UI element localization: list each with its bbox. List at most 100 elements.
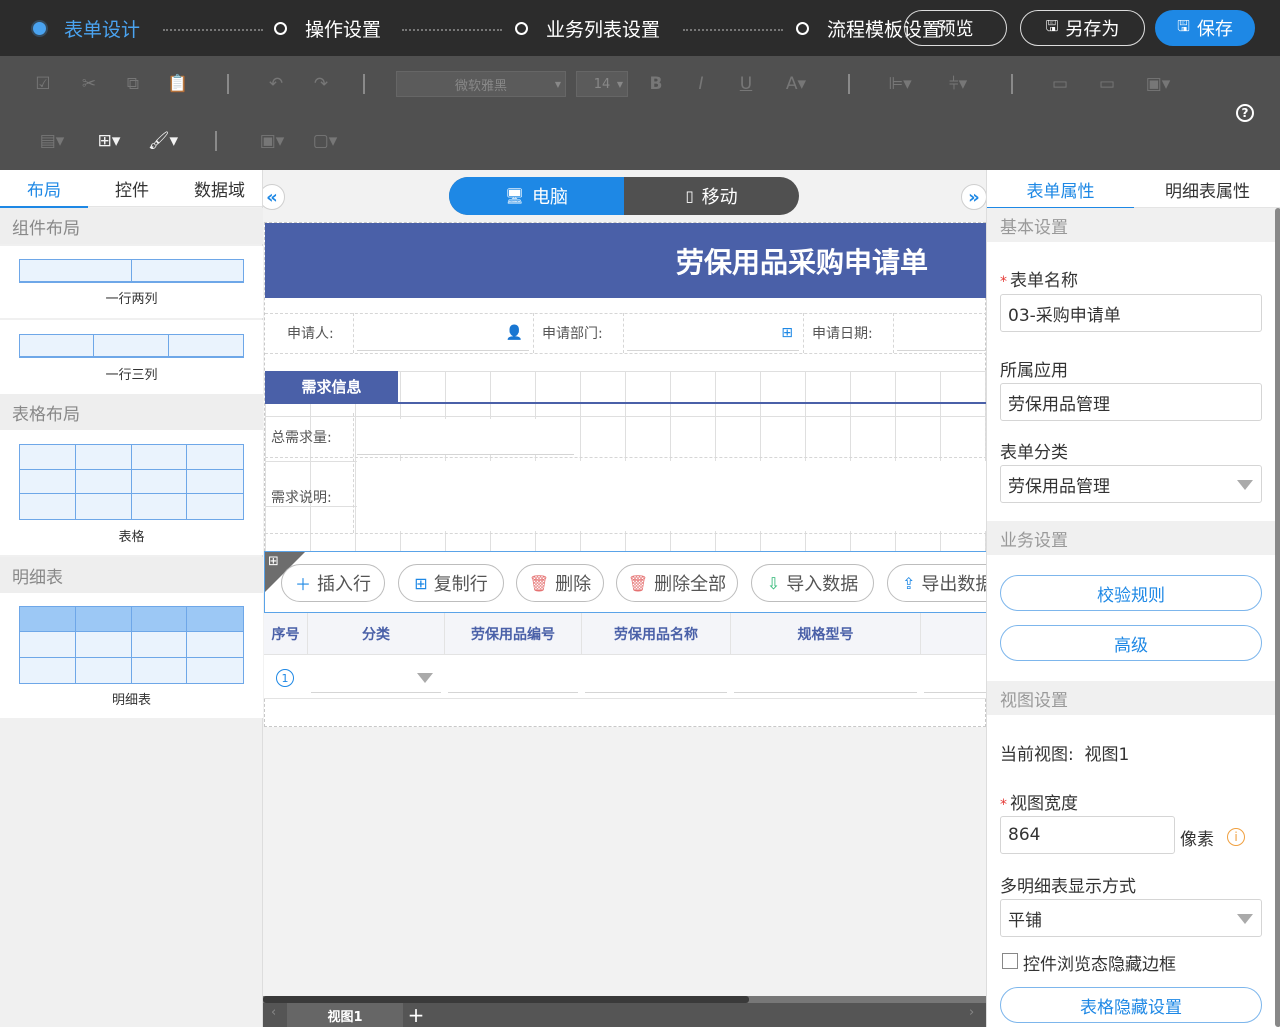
import-data-button[interactable]: ⇩ 导入数据: [751, 564, 874, 602]
table-hide-settings-button[interactable]: 表格隐藏设置: [1000, 987, 1262, 1023]
component-table[interactable]: 表格: [0, 430, 263, 555]
tab-layout[interactable]: 布局: [0, 170, 88, 208]
undo-icon[interactable]: ↶: [265, 71, 287, 97]
preview-label: 预览: [937, 19, 974, 40]
frame-insert-icon[interactable]: ▢▾: [308, 128, 342, 154]
total-qty-input[interactable]: [357, 419, 574, 455]
collapse-right-icon[interactable]: »: [961, 184, 986, 210]
form-title[interactable]: 劳保用品采购申请单: [265, 223, 986, 298]
org-icon[interactable]: ⊞: [781, 325, 793, 341]
department-input[interactable]: ⊞: [627, 315, 799, 351]
step-list-settings[interactable]: 业务列表设置: [515, 0, 660, 56]
delete-button[interactable]: 🗑 删除: [516, 564, 604, 602]
align-vertical-icon[interactable]: ⫩▾: [940, 71, 976, 97]
mobile-view-button[interactable]: ▯ 移动: [624, 177, 799, 215]
font-size-value: 14: [593, 76, 611, 92]
form-name-input[interactable]: 03-采购申请单: [1000, 294, 1262, 332]
underline-icon[interactable]: U: [735, 71, 757, 97]
insert-row-button[interactable]: ＋ 插入行: [281, 564, 385, 602]
import-icon: ⇩: [766, 573, 781, 593]
component-detail-table[interactable]: 明细表: [0, 593, 263, 718]
view-tab[interactable]: 视图1: [287, 1003, 403, 1027]
paste-icon[interactable]: 📋: [167, 71, 189, 97]
item-code-input[interactable]: [448, 663, 578, 693]
step-dot-icon: [515, 21, 528, 35]
section-tag[interactable]: 需求信息: [265, 371, 398, 402]
italic-icon[interactable]: I: [690, 71, 712, 97]
desktop-view-button[interactable]: 🖥 电脑: [449, 177, 624, 215]
validation-rules-button[interactable]: 校验规则: [1000, 575, 1262, 611]
description-input[interactable]: [357, 461, 986, 531]
canvas-bottom-bar: ‹ 视图1 + ›: [263, 996, 986, 1027]
redo-icon[interactable]: ↷: [310, 71, 332, 97]
save-as-button[interactable]: 🖫 另存为: [1020, 10, 1145, 46]
category-select[interactable]: 劳保用品管理: [1000, 465, 1262, 503]
user-icon[interactable]: 👤: [506, 325, 523, 341]
input-value: 劳保用品管理: [1008, 394, 1110, 415]
scrollbar-thumb[interactable]: [263, 996, 749, 1003]
font-color-icon[interactable]: A▾: [778, 71, 814, 97]
cell-style-icon[interactable]: ▤▾: [32, 128, 72, 154]
split-cells-icon[interactable]: ▭: [1092, 71, 1122, 97]
add-view-icon[interactable]: +: [405, 1003, 427, 1027]
cut-icon[interactable]: ✂: [78, 71, 100, 97]
extra-input[interactable]: [924, 663, 986, 693]
category-select[interactable]: [311, 663, 441, 693]
advanced-button[interactable]: 高级: [1000, 625, 1262, 661]
font-size-select[interactable]: 14 ▼: [576, 71, 628, 97]
component-label: 一行三列: [105, 368, 158, 383]
column-header: 分类: [308, 613, 445, 655]
scroll-right-icon[interactable]: ›: [969, 1005, 974, 1020]
spec-model-input[interactable]: [734, 663, 917, 693]
view-width-label: * 视图宽度: [1000, 789, 1078, 814]
multi-detail-select[interactable]: 平铺: [1000, 899, 1262, 937]
component-one-row-three-cols[interactable]: 一行三列: [0, 320, 263, 394]
top-bar: 表单设计 操作设置 业务列表设置 流程模板设置 预览 🖫 另存为 🖫 保存: [0, 0, 1280, 56]
toolbar-divider: [215, 131, 217, 151]
multi-detail-label: 多明细表显示方式: [1000, 877, 1136, 897]
vertical-scrollbar[interactable]: [1275, 208, 1280, 1027]
caret-down-icon: [1237, 914, 1253, 924]
copy-icon[interactable]: ⧉: [122, 71, 144, 97]
column-header: 劳保用品编号: [445, 613, 582, 655]
toolbar-divider: [227, 74, 229, 94]
app-input[interactable]: 劳保用品管理: [1000, 383, 1262, 421]
merge-cells-icon[interactable]: ▭: [1045, 71, 1075, 97]
bold-icon[interactable]: B: [645, 71, 667, 97]
tab-controls[interactable]: 控件: [88, 170, 176, 207]
horizontal-scrollbar[interactable]: [263, 996, 986, 1003]
select-all-icon[interactable]: ☑: [32, 71, 54, 97]
view-width-input[interactable]: 864: [1000, 816, 1175, 854]
help-icon[interactable]: ?: [1236, 104, 1254, 122]
step-operation-settings[interactable]: 操作设置: [274, 0, 381, 56]
align-horizontal-icon[interactable]: ⊫▾: [882, 71, 918, 97]
grid-line: [265, 313, 986, 314]
info-icon[interactable]: i: [1227, 828, 1245, 846]
save-button[interactable]: 🖫 保存: [1155, 10, 1255, 46]
fill-color-icon[interactable]: 🖌▾: [143, 128, 183, 154]
tab-detail-properties[interactable]: 明细表属性: [1134, 170, 1280, 208]
applicant-input[interactable]: 👤: [357, 315, 529, 351]
caret-down-icon: ▼: [554, 79, 561, 89]
button-label: 表格隐藏设置: [1080, 997, 1182, 1018]
tab-form-properties[interactable]: 表单属性: [987, 170, 1134, 209]
step-form-design[interactable]: 表单设计: [33, 0, 140, 56]
export-data-button[interactable]: ⇪ 导出数据: [887, 564, 986, 602]
component-one-row-two-cols[interactable]: 一行两列: [0, 246, 263, 318]
grid-line: [265, 353, 986, 354]
border-icon[interactable]: ⊞▾: [92, 128, 126, 154]
tab-label: 表单属性: [1026, 181, 1095, 202]
image-insert-icon[interactable]: ▣▾: [255, 128, 289, 154]
item-name-input[interactable]: [585, 663, 727, 693]
view-toggle: 🖥 电脑 ▯ 移动: [449, 177, 799, 215]
copy-row-button[interactable]: ⊞ 复制行: [398, 564, 504, 602]
delete-all-button[interactable]: 🗑 删除全部: [616, 564, 738, 602]
hide-border-checkbox[interactable]: [1002, 953, 1018, 969]
scroll-left-icon[interactable]: ‹: [271, 1005, 276, 1020]
table-style-icon[interactable]: ▣▾: [1138, 71, 1178, 97]
apply-date-input[interactable]: [897, 315, 986, 351]
preview-button[interactable]: 预览: [904, 10, 1007, 46]
font-family-select[interactable]: 微软雅黑 ▼: [396, 71, 566, 97]
tab-data-domain[interactable]: 数据域: [176, 170, 263, 207]
collapse-left-icon[interactable]: «: [263, 184, 285, 210]
